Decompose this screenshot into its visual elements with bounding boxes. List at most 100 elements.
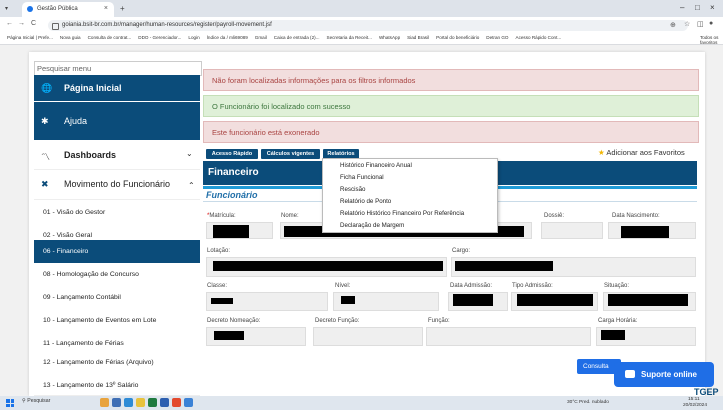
taskbar-app-icon[interactable] (112, 398, 121, 407)
alert-not-found: Não foram localizadas informações para o… (203, 69, 699, 91)
submenu-item[interactable]: 13 - Lançamento de 13º Salário (34, 374, 200, 396)
bookmark-item[interactable]: Caixa de entrada (2)... (274, 35, 320, 40)
submenu-item[interactable]: 08 - Homologação de Concurso (34, 263, 200, 287)
bookmark-item[interactable]: Secretaria da Receit... (327, 35, 372, 40)
funcao-input[interactable] (426, 327, 591, 346)
dossie-label: Dossiê: (544, 213, 565, 219)
url-text: goiania.bsit-br.com.br/manager/human-res… (62, 22, 272, 28)
taskbar-app-icon[interactable] (184, 398, 193, 407)
bookmark-item[interactable]: Nova guia (60, 35, 81, 40)
submenu-item-active[interactable]: 06 - Financeiro (34, 240, 200, 264)
taskbar-time: 15:11 (688, 397, 700, 402)
lotacao-label: Lotação: (207, 248, 231, 254)
bookmark-item[interactable]: Portal do beneficiário (436, 35, 479, 40)
star-icon: ★ (598, 148, 605, 157)
redacted-block (621, 226, 669, 238)
sidebar-item-label: Movimento do Funcionário (64, 179, 171, 189)
forward-button[interactable]: → (18, 20, 25, 27)
dropdown-item-declaracao-margem[interactable]: Declaração de Margem (340, 222, 404, 229)
window-close-button[interactable]: × (710, 3, 715, 12)
bookmark-item[interactable]: Acesso Rápido Cont... (516, 35, 562, 40)
bookmark-item[interactable]: Página Inicial | Prefe... (7, 35, 53, 40)
profile-icon[interactable]: ● (709, 20, 713, 27)
sidebar-item-label: Dashboards (64, 150, 117, 160)
submenu-label: 02 - Visão Geral (43, 232, 92, 239)
dropdown-item-historico-anual[interactable]: Histórico Financeiro Anual (340, 162, 412, 169)
taskbar-widgets-icon[interactable] (100, 398, 109, 407)
all-favorites-link[interactable]: Todos os favoritos (700, 35, 723, 45)
section-title: Financeiro (208, 167, 259, 178)
bookmark-item[interactable]: Índice da / mli69089 (207, 35, 248, 40)
window-minimize-button[interactable]: – (680, 3, 684, 12)
submenu-item[interactable]: 12 - Lançamento de Férias (Arquivo) (34, 351, 200, 375)
bookmark-item[interactable]: Login (188, 35, 199, 40)
dropdown-item-ficha-funcional[interactable]: Ficha Funcional (340, 174, 384, 181)
taskbar-date: 20/02/2024 (683, 403, 708, 408)
redacted-block (341, 296, 355, 304)
new-tab-button[interactable]: + (120, 4, 125, 13)
taskbar-search[interactable]: ⚲ Pesquisar (22, 398, 82, 408)
taskbar-explorer-icon[interactable] (136, 398, 145, 407)
add-favorites-link[interactable]: ★ Adicionar aos Favoritos (598, 148, 685, 157)
bookmark-star-icon[interactable]: ☆ (684, 20, 690, 28)
submenu-label: 13 - Lançamento de 13º Salário (43, 382, 139, 389)
windows-start-icon[interactable] (6, 399, 14, 407)
site-info-icon[interactable] (52, 23, 59, 30)
nome-label: Nome: (281, 213, 299, 219)
submenu-item[interactable]: 10 - Lançamento de Eventos em Lote (34, 309, 200, 333)
tab-close-icon[interactable]: × (104, 5, 108, 12)
nivel-label: Nível: (335, 283, 351, 289)
menu-search-input[interactable]: Pesquisar menu (34, 61, 202, 76)
sidebar-item-ajuda[interactable]: ✱ Ajuda (34, 102, 200, 140)
redacted-block (211, 298, 233, 304)
browser-tab[interactable]: Gestão Pública × (22, 2, 114, 17)
calculos-vigentes-button[interactable]: Cálculos vigentes (261, 149, 320, 159)
bookmark-item[interactable]: Detran GO (486, 35, 508, 40)
submenu-label: 01 - Visão do Gestor (43, 209, 106, 216)
dropdown-item-historico-referencia[interactable]: Relatório Histórico Financeiro Por Refer… (340, 210, 464, 217)
bookmark-item[interactable]: Siad Brasil (407, 35, 429, 40)
gear-icon: ✱ (41, 116, 49, 126)
redacted-block (601, 330, 625, 340)
sidepanel-icon[interactable]: ◫ (697, 20, 704, 28)
alert-exonerated: Este funcionário está exonerado (203, 121, 699, 143)
tab-search-icon[interactable]: ▾ (5, 5, 8, 12)
bookmark-item[interactable]: WhatsApp (379, 35, 400, 40)
taskbar-edge-icon[interactable] (124, 398, 133, 407)
redacted-block (213, 225, 249, 238)
suporte-online-button[interactable]: Suporte online (614, 362, 714, 387)
reload-button[interactable]: C (31, 20, 36, 27)
zoom-icon[interactable]: ⊕ (670, 21, 676, 29)
submenu-item[interactable]: 09 - Lançamento Contábil (34, 286, 200, 310)
url-bar[interactable]: goiania.bsit-br.com.br/manager/human-res… (48, 20, 688, 31)
taskbar-search-label: Pesquisar (27, 398, 51, 404)
submenu-item[interactable]: 01 - Visão do Gestor (34, 201, 200, 225)
add-favorites-label: Adicionar aos Favoritos (606, 148, 685, 157)
chevron-up-icon: ⌃ (188, 181, 195, 190)
taskbar-chrome-icon[interactable] (172, 398, 181, 407)
redacted-block (608, 294, 688, 306)
chevron-down-icon: ⌄ (186, 149, 193, 158)
taskbar-weather[interactable]: 30°C Pred. nublado (567, 400, 609, 405)
dropdown-item-relatorio-ponto[interactable]: Relatório de Ponto (340, 198, 391, 205)
acesso-rapido-button[interactable]: Acesso Rápido (206, 149, 258, 159)
bookmark-item[interactable]: Gmail (255, 35, 267, 40)
window-maximize-button[interactable]: □ (695, 3, 700, 12)
taskbar-app-icon[interactable] (160, 398, 169, 407)
sidebar-item-movimento[interactable]: ✖ Movimento do Funcionário ⌃ (34, 170, 200, 200)
dropdown-item-rescisao[interactable]: Rescisão (340, 186, 365, 193)
sidebar-item-dashboards[interactable]: 〽 Dashboards ⌄ (34, 141, 200, 170)
cargo-label: Cargo: (452, 248, 471, 254)
bookmark-item[interactable]: Consulta de contrat... (88, 35, 132, 40)
back-button[interactable]: ← (6, 20, 13, 27)
dossie-input[interactable] (541, 222, 603, 239)
suporte-label: Suporte online (641, 370, 697, 379)
taskbar-app-icon[interactable] (148, 398, 157, 407)
sidebar-item-pagina-inicial[interactable]: 🌐 Página Inicial (34, 75, 200, 101)
bookmark-item[interactable]: DDO - Gerenciador... (138, 35, 181, 40)
redacted-block (453, 294, 493, 306)
alert-text: Este funcionário está exonerado (212, 128, 320, 137)
sidebar-item-label: Ajuda (64, 116, 88, 126)
label-text: Matrícula: (209, 213, 236, 219)
decreto-funcao-input[interactable] (313, 327, 423, 346)
